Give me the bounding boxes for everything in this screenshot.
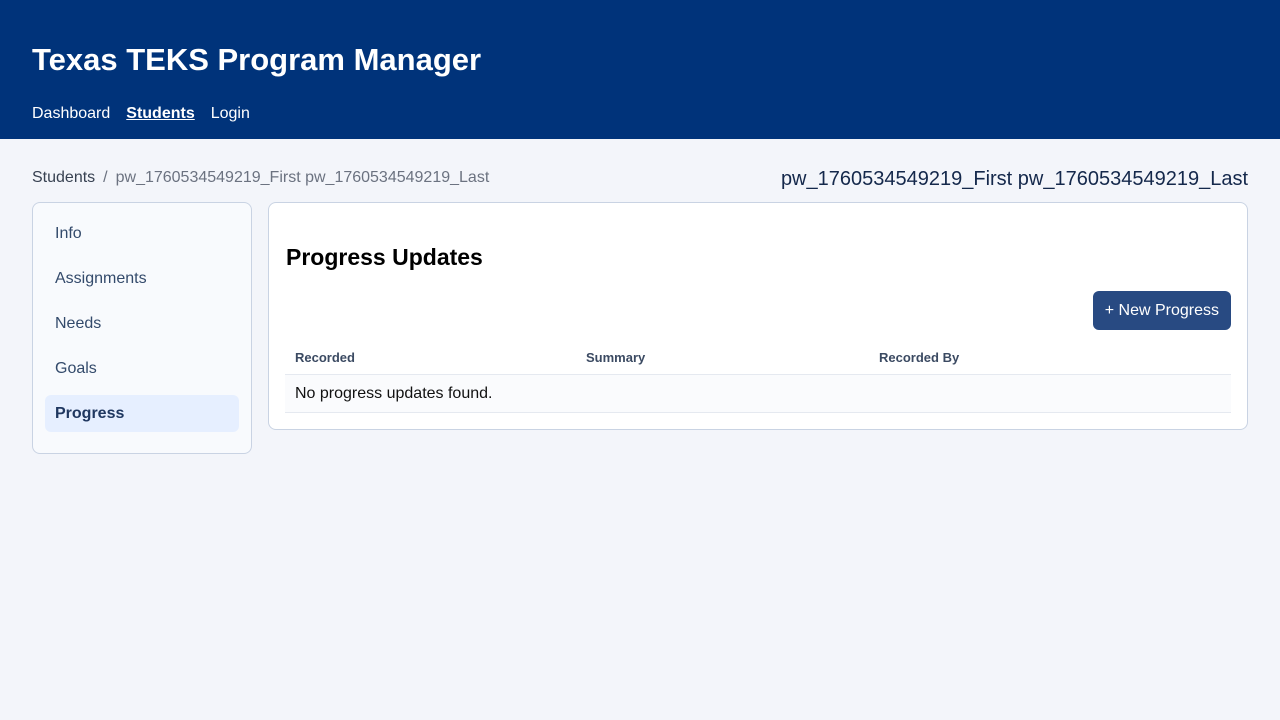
breadcrumb-current: pw_1760534549219_First pw_1760534549219_… (115, 169, 490, 186)
app-title: Texas TEKS Program Manager (32, 42, 482, 77)
student-sidebar: Info Assignments Needs Goals Progress (32, 202, 252, 454)
table-header: Recorded Summary Recorded By (285, 345, 1231, 375)
new-progress-button[interactable]: + New Progress (1092, 291, 1231, 330)
column-header-recorded-by: Recorded By (879, 350, 960, 365)
empty-table-row: No progress updates found. (285, 375, 1231, 413)
panel-title: Progress Updates (286, 244, 483, 270)
sidebar-item-info[interactable]: Info (45, 215, 239, 252)
sidebar-item-assignments[interactable]: Assignments (45, 260, 239, 297)
progress-panel: Progress Updates + New Progress Recorded… (268, 202, 1248, 430)
nav-students[interactable]: Students (126, 103, 194, 125)
nav-login[interactable]: Login (211, 103, 250, 125)
nav-dashboard[interactable]: Dashboard (32, 103, 110, 125)
sidebar-item-progress[interactable]: Progress (45, 395, 239, 432)
sidebar-item-goals[interactable]: Goals (45, 350, 239, 387)
top-nav: Dashboard Students Login (32, 103, 250, 125)
app-header: Texas TEKS Program Manager Dashboard Stu… (0, 0, 1280, 139)
breadcrumb-students-link[interactable]: Students (32, 167, 95, 189)
column-header-summary: Summary (586, 350, 646, 365)
breadcrumb: Students / pw_1760534549219_First pw_176… (32, 167, 489, 189)
sidebar-item-needs[interactable]: Needs (45, 305, 239, 342)
column-header-recorded: Recorded (295, 350, 355, 365)
progress-table: Recorded Summary Recorded By No progress… (285, 345, 1231, 413)
student-name-heading: pw_1760534549219_First pw_1760534549219_… (780, 168, 1248, 190)
breadcrumb-separator: / (103, 169, 108, 186)
